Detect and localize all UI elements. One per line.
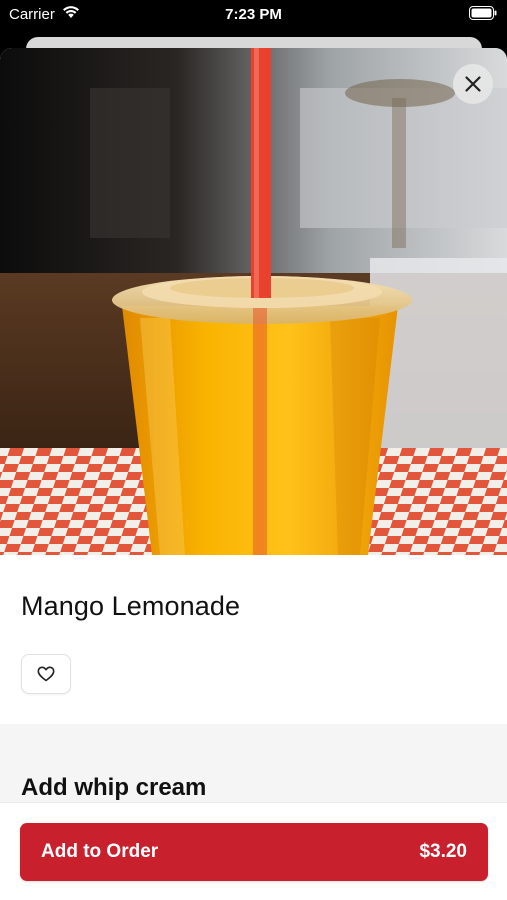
add-to-order-label: Add to Order [41,841,159,862]
clock: 7:23 PM [225,6,282,23]
status-bar: Carrier 7:23 PM [0,0,507,30]
order-price: $3.20 [419,841,467,862]
battery-icon [469,6,497,24]
order-bar: Add to Order $3.20 [0,802,507,900]
product-detail-sheet: Mango Lemonade Add whip cream Add to Ord… [0,48,507,900]
product-info: Mango Lemonade [0,555,507,724]
product-title: Mango Lemonade [21,591,241,621]
favorite-button[interactable] [21,654,71,694]
option-group-heading: Add whip cream [21,774,207,801]
product-photo [0,48,507,555]
close-icon [465,76,481,92]
close-button[interactable] [453,64,493,104]
heart-icon [37,666,55,682]
add-to-order-button[interactable]: Add to Order $3.20 [20,823,488,881]
